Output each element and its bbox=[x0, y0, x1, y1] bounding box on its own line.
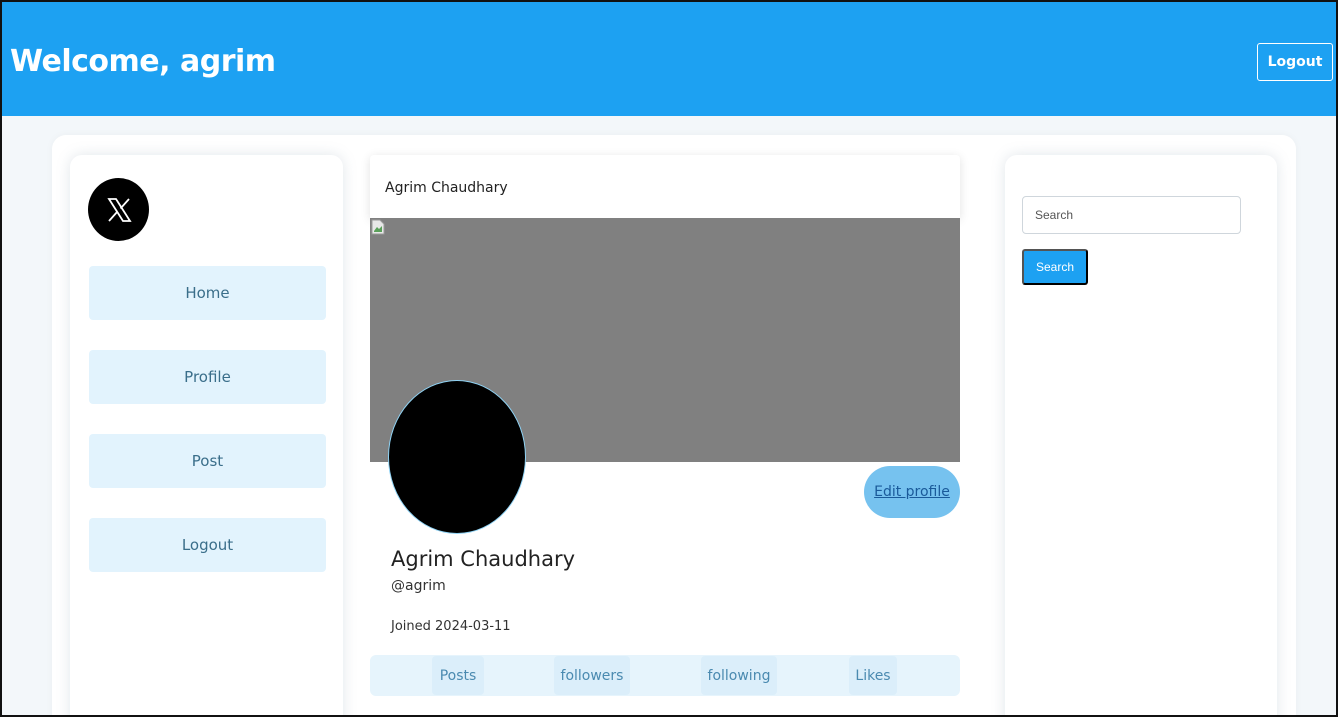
edit-profile-button[interactable]: Edit profile bbox=[864, 466, 960, 518]
profile-header-name: Agrim Chaudhary bbox=[385, 180, 508, 196]
header-logout-button[interactable]: Logout bbox=[1257, 43, 1333, 81]
tab-followers[interactable]: followers bbox=[554, 656, 630, 695]
tab-likes[interactable]: Likes bbox=[849, 656, 897, 695]
sidebar-item-profile[interactable]: Profile bbox=[89, 350, 326, 404]
tab-following[interactable]: following bbox=[701, 656, 777, 695]
sidebar-item-home[interactable]: Home bbox=[89, 266, 326, 320]
sidebar-item-post[interactable]: Post bbox=[89, 434, 326, 488]
sidebar-item-logout[interactable]: Logout bbox=[89, 518, 326, 572]
avatar[interactable] bbox=[388, 380, 526, 534]
joined-date: Joined 2024-03-11 bbox=[391, 619, 511, 634]
profile-handle: @agrim bbox=[391, 578, 446, 594]
right-sidebar bbox=[1005, 155, 1277, 717]
profile-name: Agrim Chaudhary bbox=[391, 547, 576, 571]
tab-posts[interactable]: Posts bbox=[432, 656, 484, 695]
broken-image-icon bbox=[371, 219, 385, 235]
welcome-title: Welcome, agrim bbox=[10, 44, 276, 79]
x-logo-icon[interactable] bbox=[88, 178, 149, 241]
search-input[interactable] bbox=[1022, 196, 1241, 234]
search-button[interactable]: Search bbox=[1022, 249, 1088, 285]
